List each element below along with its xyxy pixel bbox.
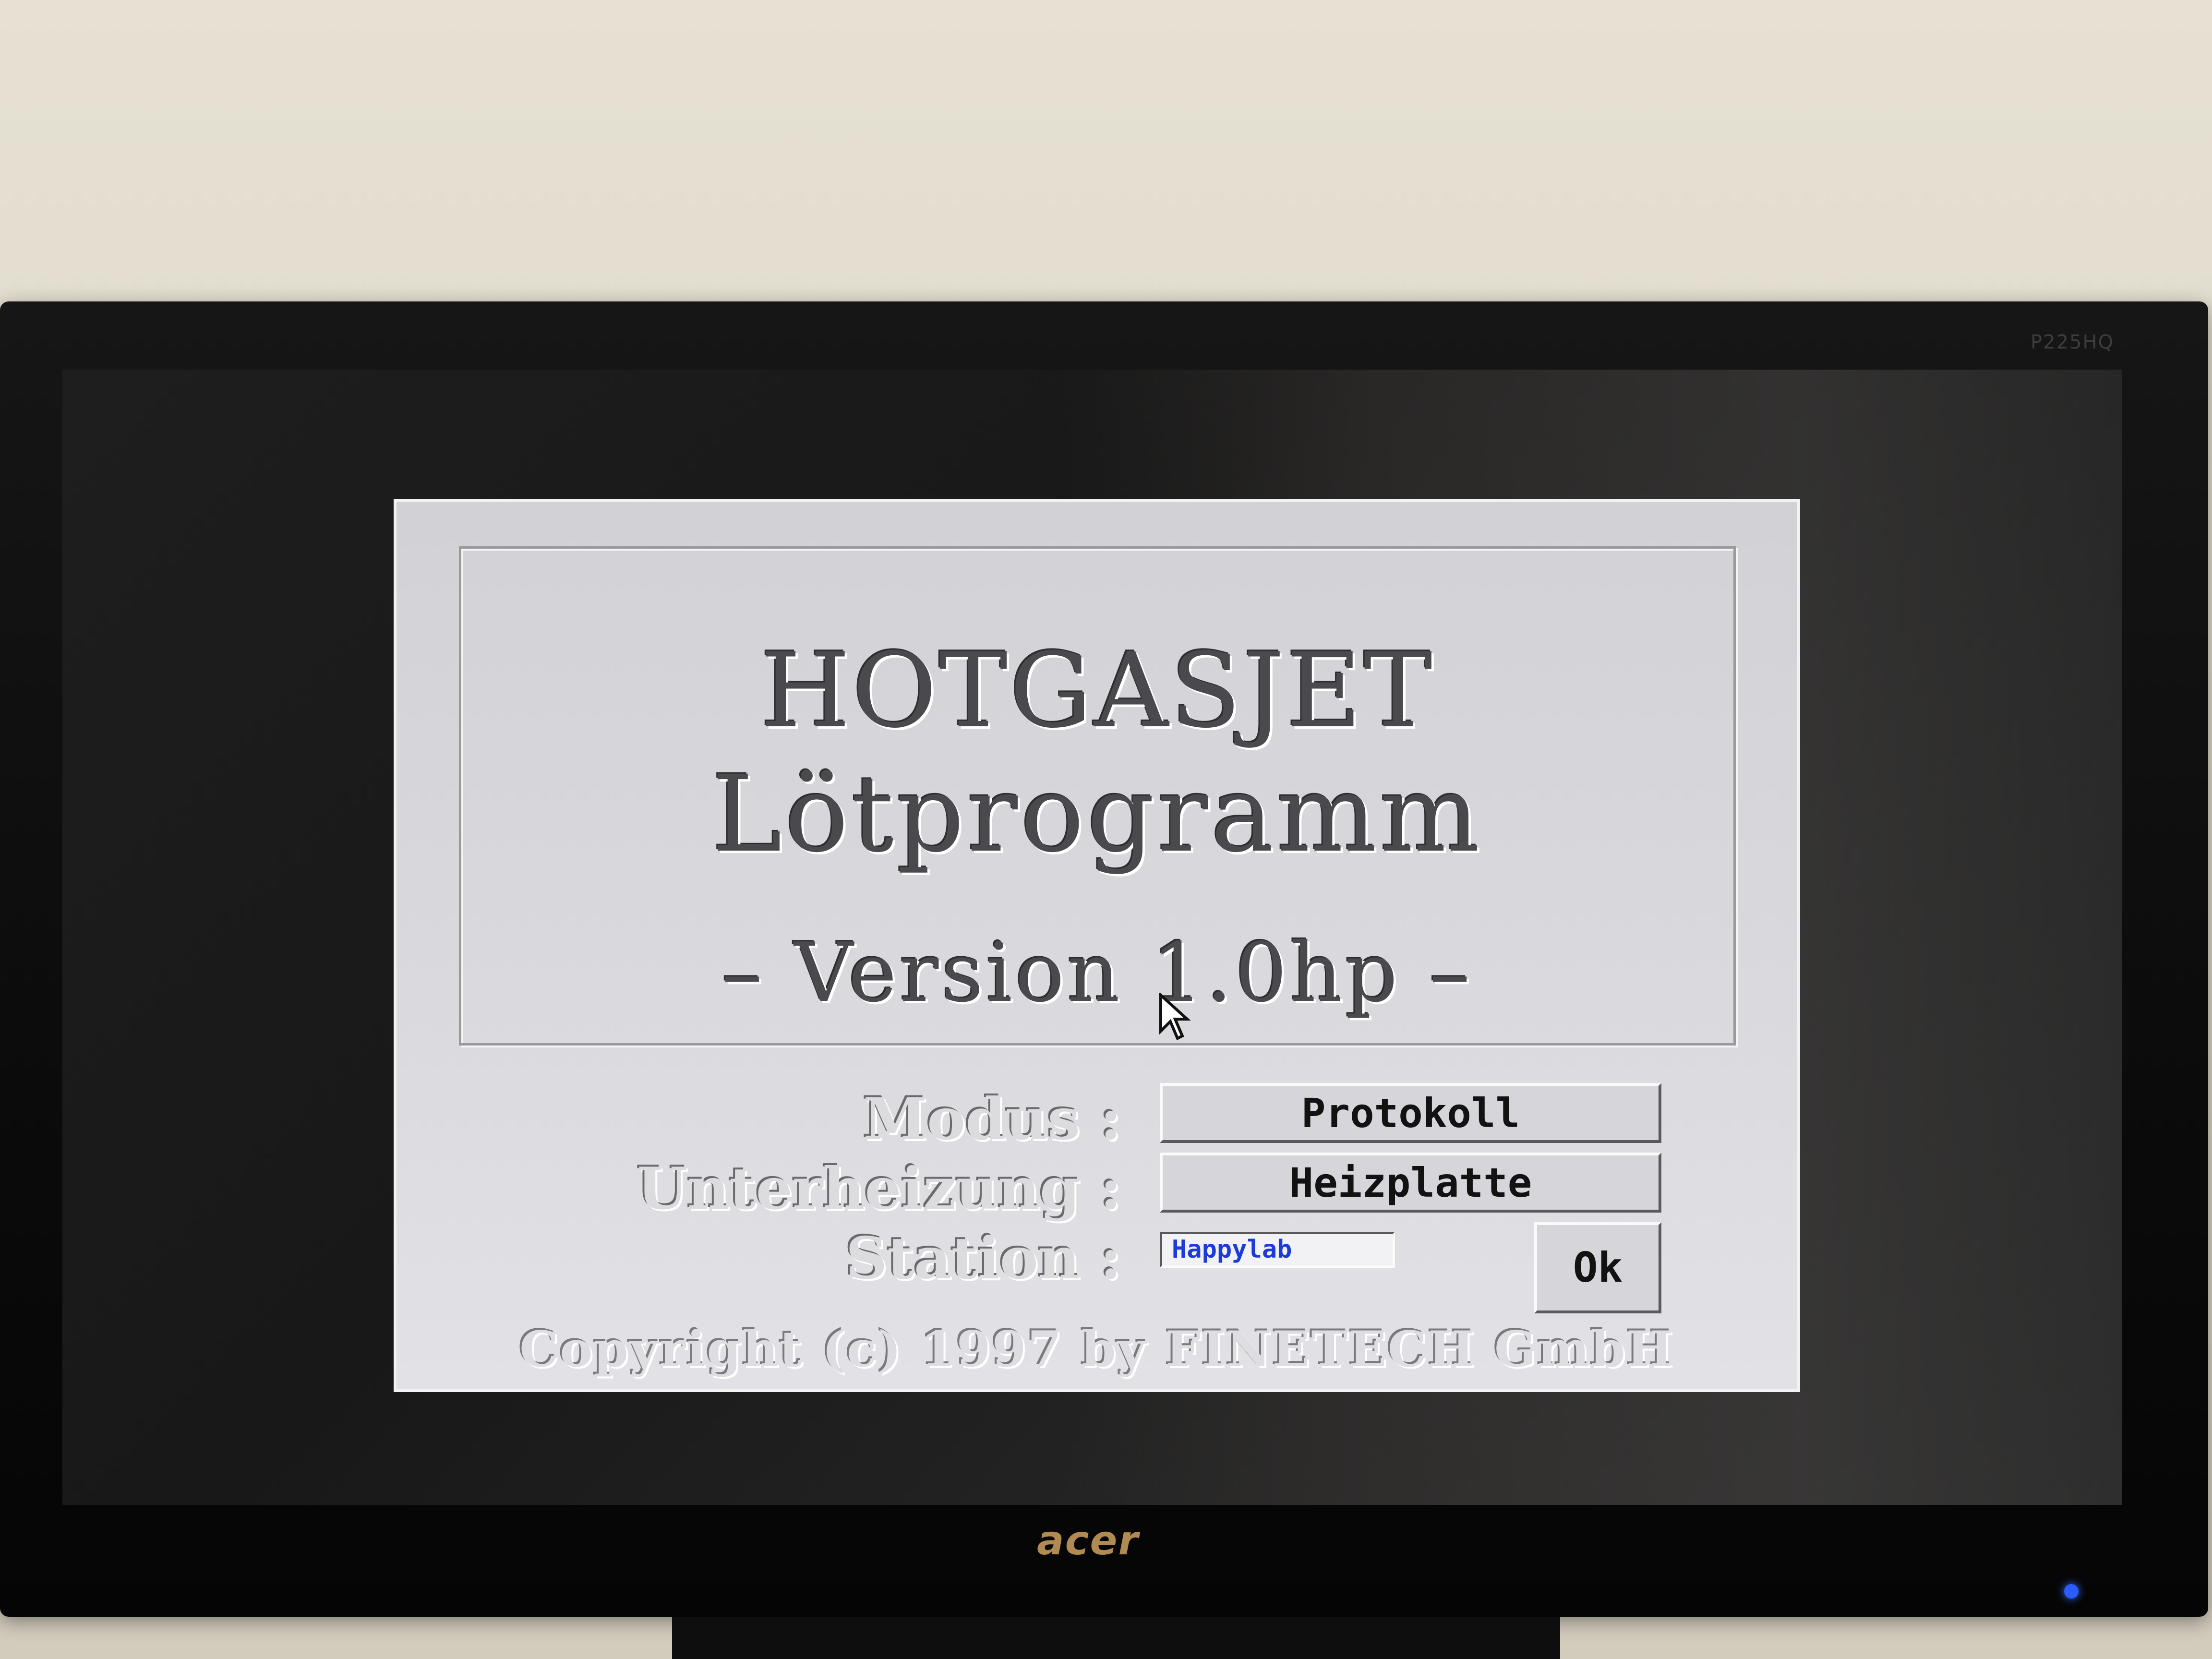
monitor-stand (672, 1617, 1560, 1659)
app-subtitle: Lötprogramm (712, 753, 1483, 876)
title-frame: HOTGASJET Lötprogramm – Version 1.0hp – (459, 546, 1736, 1046)
app-title: HOTGASJET (760, 630, 1434, 751)
modus-label: Modus : (863, 1085, 1121, 1153)
power-led-icon[interactable] (2064, 1584, 2079, 1599)
mouse-cursor-icon (1159, 993, 1191, 1041)
monitor-model-label: P225HQ (2031, 331, 2115, 353)
station-field[interactable]: Happylab (1160, 1232, 1395, 1268)
brand-logo: acer (1037, 1517, 1139, 1564)
ok-button[interactable]: Ok (1534, 1222, 1661, 1313)
modus-button[interactable]: Protokoll (1160, 1083, 1661, 1143)
unterheizung-label: Unterheizung : (637, 1155, 1121, 1223)
unterheizung-button[interactable]: Heizplatte (1160, 1153, 1661, 1213)
station-label: Station : (845, 1225, 1121, 1292)
copyright-text: Copyright (c) 1997 by FINETECH GmbH (519, 1321, 1674, 1378)
version-text: – Version 1.0hp – (721, 926, 1473, 1021)
splash-dialog: HOTGASJET Lötprogramm – Version 1.0hp – … (394, 499, 1800, 1392)
